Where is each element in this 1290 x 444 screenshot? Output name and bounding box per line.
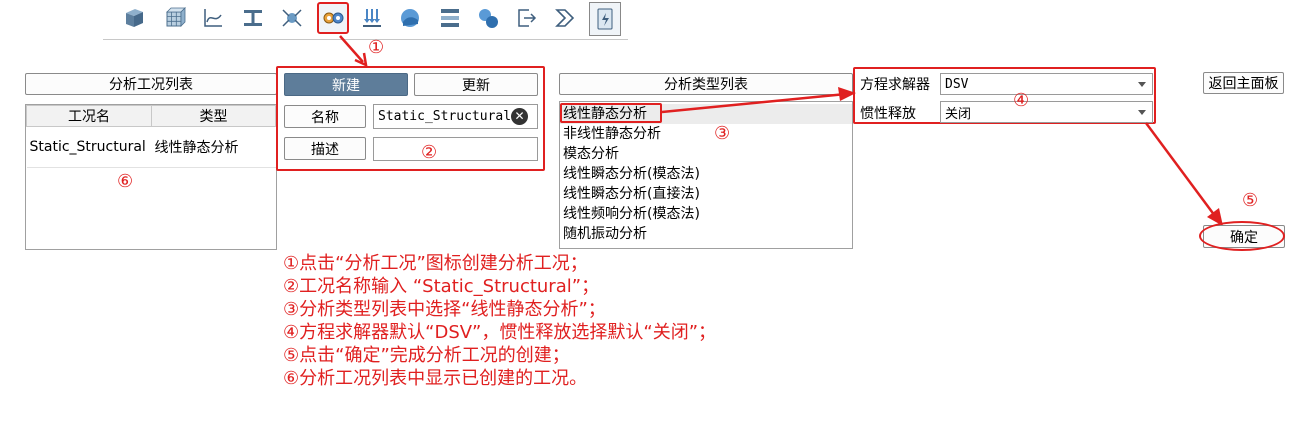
connection-icon[interactable] — [278, 4, 306, 32]
beam-icon[interactable] — [239, 4, 267, 32]
instruction-line: ④方程求解器默认“DSV”，惯性释放选择默认“关闭”； — [283, 322, 717, 343]
solver-select[interactable]: DSV — [940, 73, 1153, 95]
annotation-arrow-4 — [1144, 122, 1223, 226]
mesh-icon[interactable] — [161, 4, 189, 32]
load-icon[interactable] — [358, 4, 386, 32]
update-button[interactable]: 更新 — [414, 73, 538, 96]
desc-field[interactable] — [373, 137, 538, 161]
new-button[interactable]: 新建 — [284, 73, 408, 96]
marker-2: ② — [421, 142, 438, 163]
sphere-icon[interactable] — [396, 4, 424, 32]
desc-label: 描述 — [284, 137, 366, 160]
selected-type-highlight — [560, 103, 662, 123]
press-icon[interactable] — [436, 4, 464, 32]
column-header-name[interactable]: 工况名 — [26, 105, 152, 127]
marker-4: ④ — [1013, 90, 1030, 111]
case-name-cell[interactable]: Static_Structural — [26, 126, 152, 168]
contact-icon[interactable] — [474, 4, 502, 32]
solid-icon[interactable] — [120, 4, 148, 32]
inertia-value: 关闭 — [945, 106, 972, 122]
list-item[interactable]: 随机振动分析 — [560, 224, 852, 244]
calculator-icon[interactable] — [589, 2, 621, 36]
inertia-label: 惯性释放 — [860, 106, 916, 122]
marker-3: ③ — [714, 123, 731, 144]
confirm-highlight — [1199, 221, 1285, 251]
instruction-line: ③分析类型列表中选择“线性静态分析”； — [283, 299, 606, 320]
next-icon[interactable] — [552, 4, 580, 32]
case-type-cell[interactable]: 线性静态分析 — [151, 126, 276, 168]
list-item[interactable]: 线性频响分析(模态法) — [560, 204, 852, 224]
list-item[interactable]: 模态分析 — [560, 144, 852, 164]
solver-label: 方程求解器 — [860, 77, 930, 93]
return-main-button[interactable]: 返回主面板 — [1203, 72, 1284, 94]
marker-5: ⑤ — [1242, 190, 1259, 211]
name-field-value: Static_Structural — [378, 109, 512, 124]
analysis-case-icon[interactable] — [317, 2, 349, 34]
marker-6: ⑥ — [117, 171, 134, 192]
table-row[interactable]: Static_Structural 线性静态分析 — [26, 126, 276, 168]
analysis-type-list: 线性静态分析 非线性静态分析 模态分析 线性瞬态分析(模态法) 线性瞬态分析(直… — [559, 101, 853, 249]
annotation-arrow-1 — [339, 35, 368, 68]
instruction-line: ②工况名称输入 “Static_Structural”； — [283, 276, 600, 297]
case-list-title: 分析工况列表 — [25, 73, 277, 95]
instruction-line: ⑥分析工况列表中显示已创建的工况。 — [283, 368, 588, 389]
list-item[interactable]: 线性瞬态分析(模态法) — [560, 164, 852, 184]
clear-icon[interactable]: ✕ — [511, 108, 528, 125]
instruction-line: ①点击“分析工况”图标创建分析工况； — [283, 253, 588, 274]
list-item[interactable]: 非线性静态分析 — [560, 124, 852, 144]
solver-value: DSV — [945, 76, 969, 92]
column-header-type[interactable]: 类型 — [151, 105, 276, 127]
list-item[interactable]: 线性瞬态分析(直接法) — [560, 184, 852, 204]
export-icon[interactable] — [513, 4, 541, 32]
chevron-down-icon — [1138, 109, 1146, 115]
annotation-arrow-3 — [661, 87, 856, 114]
chevron-down-icon — [1138, 81, 1146, 87]
instruction-line: ⑤点击“确定”完成分析工况的创建； — [283, 345, 570, 366]
case-list-table: 工况名 类型 Static_Structural 线性静态分析 — [25, 104, 277, 250]
inertia-select[interactable]: 关闭 — [940, 101, 1153, 123]
instructions: ①点击“分析工况”图标创建分析工况； ②工况名称输入 “Static_Struc… — [283, 252, 716, 390]
name-label: 名称 — [284, 105, 366, 128]
curve-icon[interactable] — [199, 4, 227, 32]
